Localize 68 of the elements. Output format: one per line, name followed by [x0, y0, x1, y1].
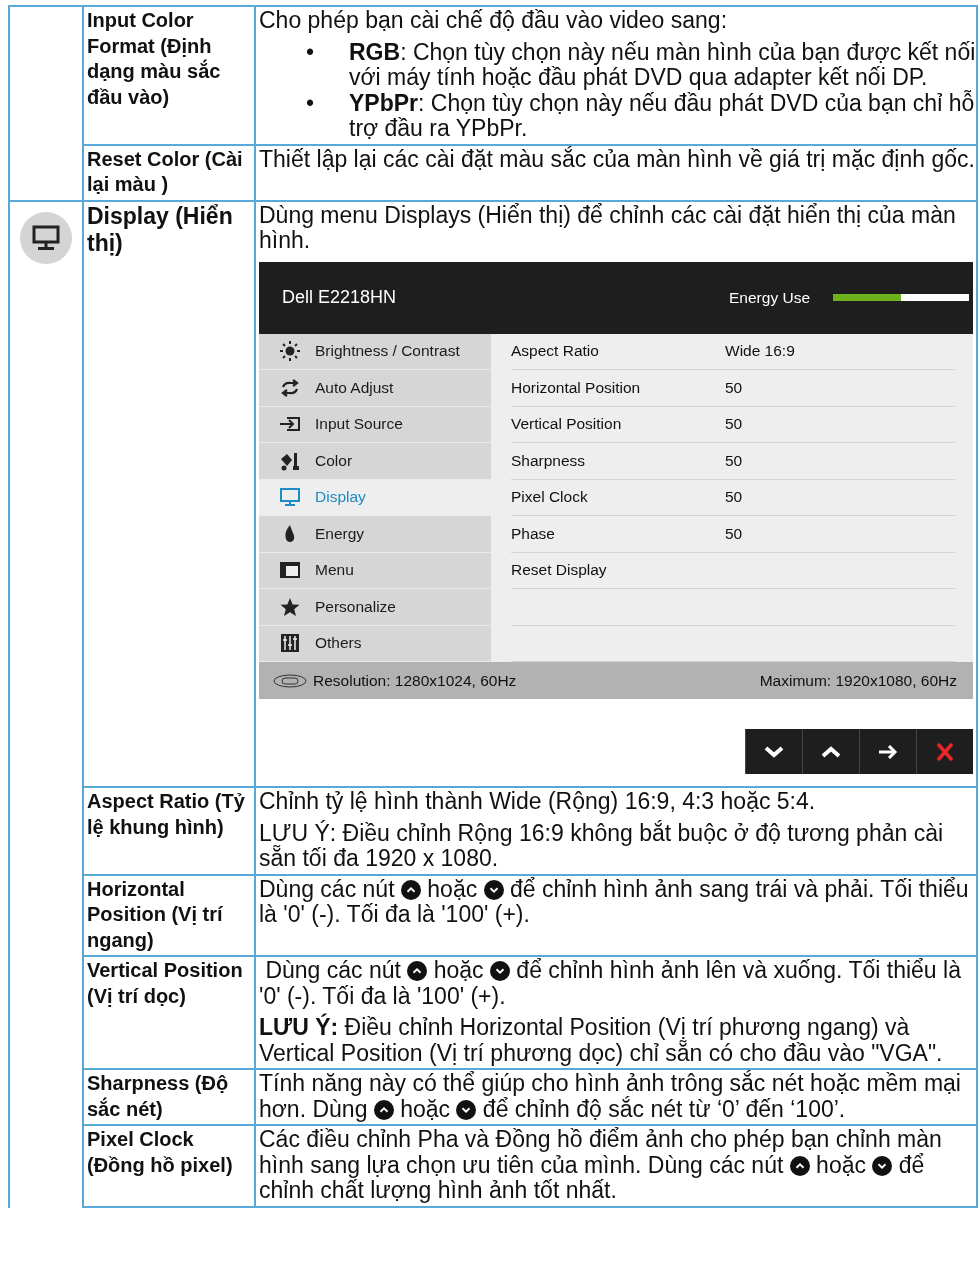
- setting-label[interactable]: Phase: [511, 524, 725, 543]
- sliders-icon: [279, 633, 301, 654]
- setting-value: 50: [725, 451, 743, 470]
- osd-menu-item[interactable]: Brightness / Contrast: [259, 333, 491, 370]
- up-button[interactable]: [802, 729, 859, 774]
- setting-value: 50: [725, 415, 743, 434]
- osd-menu-item[interactable]: Personalize: [259, 589, 491, 626]
- maximum-resolution-text: Maximum: 1920x1080, 60Hz: [759, 671, 957, 690]
- down-button[interactable]: [745, 729, 802, 774]
- setting-label[interactable]: Aspect Ratio: [511, 342, 725, 361]
- osd-menu-item[interactable]: Energy: [259, 516, 491, 553]
- setting-value: 50: [725, 378, 743, 397]
- resolution-text: Resolution: 1280x1024, 60Hz: [313, 671, 517, 690]
- description-text: Dùng menu Displays (Hiển thị) để chỉnh các cài đặt hiển thị của màn hình.: [259, 202, 957, 254]
- close-icon: [934, 741, 956, 762]
- energy-use-label: Energy Use: [729, 288, 810, 307]
- cycle-arrows-icon: [279, 377, 301, 398]
- osd-menu-item[interactable]: Color: [259, 443, 491, 480]
- sun-icon: [279, 341, 301, 362]
- description-text: Dùng các nút hoặc để chỉnh hình ảnh sang trái và phải. Tối thiểu là '0' (-). Tối đa là '100' (+).: [259, 876, 970, 928]
- description-text: Dùng các nút hoặc để chỉnh hình ảnh lên và xuống. Tối thiểu là '0' (-). Tối đa là '100' (+).: [259, 958, 962, 1009]
- setting-label[interactable]: Sharpness: [511, 451, 725, 470]
- next-button[interactable]: [859, 729, 916, 774]
- osd-title: Dell E2218HN: [282, 287, 398, 308]
- up-circle-icon: [373, 1099, 394, 1120]
- setting-value: 50: [725, 488, 743, 507]
- down-circle-icon: [489, 961, 510, 981]
- osd-menu-item[interactable]: Menu: [259, 552, 491, 589]
- setting-label[interactable]: Pixel Clock: [511, 488, 725, 507]
- setting-name: Reset Color (Cài lại màu ): [84, 145, 256, 202]
- description-text: Chỉnh tỷ lệ hình thành Wide (Rộng) 16:9, 4:3 hoặc 5:4.: [259, 789, 817, 815]
- description-text: LƯU Ý: Điều chỉnh Horizontal Position (Vị trí phương ngang) và Vertical Position (Vị trí phương dọc) chỉ sẵn có cho đầu vào "VGA".: [259, 1015, 944, 1066]
- bullet-text: RGB: Chọn tùy chọn này nếu màn hình của bạn được kết nối với máy tính hoặc đầu phát DVD qua adapter kết nối DP.: [349, 39, 976, 90]
- setting-name: Horizontal Position (Vị trí ngang): [84, 875, 256, 957]
- setting-name: Input Color Format (Định dạng màu sắc đầu vào): [84, 7, 256, 146]
- bullet-mark: •: [306, 89, 315, 116]
- description-text: Cho phép bạn cài chế độ đầu vào video sang:: [259, 8, 729, 34]
- window-icon: [279, 560, 301, 581]
- osd-menu-item[interactable]: Auto Adjust: [259, 370, 491, 407]
- osd-menu-item[interactable]: Input Source: [259, 406, 491, 443]
- description-text: Tính năng này có thể giúp cho hình ảnh trông sắc nét hoặc mềm mại hơn. Dùng hoặc để chỉnh độ sắc nét từ ‘0’ đến ‘100’.: [259, 1071, 962, 1122]
- description-text: LƯU Ý: Điều chỉnh Rộng 16:9 không bắt buộc ở độ tương phản cài sẵn tối đa 1920 x 1080.: [259, 820, 945, 872]
- up-circle-icon: [407, 961, 428, 981]
- setting-label[interactable]: Reset Display: [511, 561, 725, 580]
- description-text: Thiết lập lại các cài đặt màu sắc của màn hình về giá trị mặc định gốc.: [259, 146, 976, 172]
- description-text: Các điều chỉnh Pha và Đồng hồ điểm ảnh cho phép bạn chỉnh màn hình sang lựa chọn ưu tiên của mình. Dùng các nút hoặc để chỉnh chất lượng hình ảnh tốt nhất.: [259, 1127, 943, 1204]
- down-circle-icon: [483, 879, 504, 900]
- setting-value: Wide 16:9: [725, 342, 795, 361]
- bullet-text: YPbPr: Chọn tùy chọn này nếu đầu phát DVD của bạn chỉ hỗ trợ đầu ra YPbPr.: [349, 90, 976, 142]
- up-circle-icon: [400, 879, 421, 900]
- setting-name: Pixel Clock (Đồng hồ pixel): [84, 1126, 256, 1208]
- setting-name: Aspect Ratio (Tỷ lệ khung hình): [84, 788, 256, 876]
- monitor-icon: [279, 487, 301, 508]
- vga-connector-icon: [273, 673, 307, 688]
- down-circle-icon: [872, 1155, 893, 1176]
- setting-label[interactable]: Vertical Position: [511, 415, 725, 434]
- osd-menu-item[interactable]: Others: [259, 625, 491, 662]
- setting-name: Vertical Position (Vị trí dọc): [84, 957, 256, 1070]
- star-icon: [279, 596, 301, 617]
- setting-name: Sharpness (Độ sắc nét): [84, 1070, 256, 1126]
- setting-name: Display (Hiển thị): [84, 201, 256, 788]
- bullet-mark: •: [306, 38, 315, 65]
- up-circle-icon: [789, 1155, 810, 1176]
- setting-label[interactable]: Horizontal Position: [511, 378, 725, 397]
- close-button[interactable]: [916, 729, 973, 774]
- down-circle-icon: [456, 1099, 477, 1120]
- monitor-badge-icon: [20, 211, 72, 264]
- setting-value: 50: [725, 524, 743, 543]
